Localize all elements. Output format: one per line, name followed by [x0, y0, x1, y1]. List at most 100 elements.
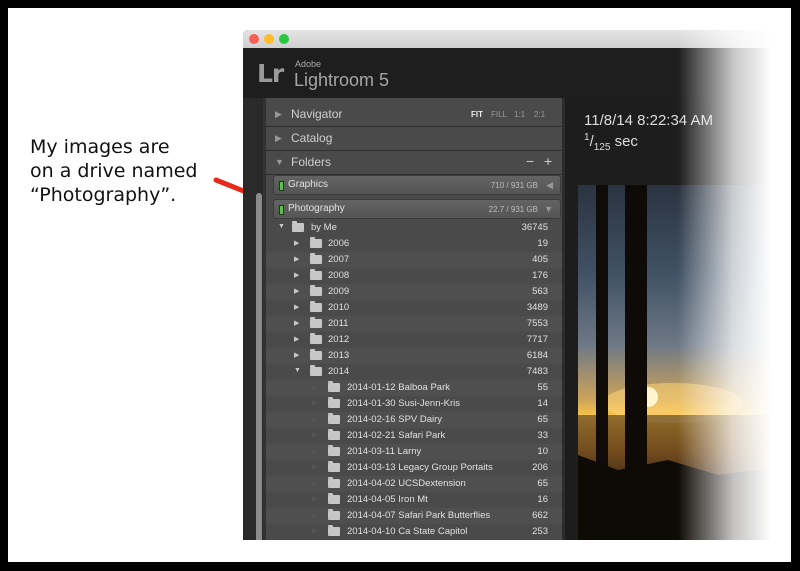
zoom-2-1[interactable]: 2:1 [534, 110, 545, 119]
triangle-right-icon: ▶ [312, 400, 318, 407]
folder-icon [328, 397, 340, 408]
folder-icon [310, 349, 322, 360]
triangle-right-icon: ▶ [294, 288, 300, 295]
triangle-right-icon: ▶ [294, 256, 300, 263]
left-panel: ▶ Navigator FIT FILL 1:1 2:1 ▶ Catalog ▼… [263, 98, 565, 540]
folder-row-subfolder[interactable]: ▶ 2014-03-13 Legacy Group Portaits 206 [266, 460, 562, 476]
capture-datetime: 11/8/14 8:22:34 AM [584, 112, 713, 129]
remove-folder-button[interactable]: − [526, 153, 534, 169]
triangle-right-icon: ▶ [312, 432, 318, 439]
close-window-button[interactable] [249, 34, 259, 44]
folder-count: 6184 [526, 350, 548, 361]
add-folder-button[interactable]: + [544, 153, 552, 169]
folder-name: 2012 [328, 334, 350, 345]
photo-preview[interactable] [578, 185, 783, 540]
folder-name: by Me [311, 222, 337, 233]
folder-count: 253 [532, 526, 548, 537]
folder-count: 7483 [526, 366, 548, 377]
folder-icon [310, 253, 322, 264]
triangle-right-icon: ▶ [294, 272, 300, 279]
folder-row-subfolder[interactable]: ▶ 2014-04-05 Iron Mt 16 [266, 492, 562, 508]
folder-name: 2014-01-30 Susi-Jenn-Kris [347, 398, 461, 409]
folder-icon [328, 525, 340, 536]
triangle-right-icon: ▶ [294, 320, 300, 327]
folder-count: 19 [537, 238, 548, 249]
drive-photography[interactable]: Photography 22.7 / 931 GB ▼ [273, 199, 561, 219]
triangle-down-icon: ▼ [294, 367, 301, 374]
panel-scrollbar[interactable] [256, 193, 262, 540]
identity-plate: Lr Adobe Lightroom 5 [243, 48, 783, 98]
folder-row-subfolder[interactable]: ▶ 2014-01-12 Balboa Park 55 [266, 380, 562, 396]
drive-led-icon [279, 181, 284, 191]
folder-row-year[interactable]: ▶ 2008 176 [266, 268, 562, 284]
folder-row-year[interactable]: ▶ 2013 6184 [266, 348, 562, 364]
folder-row-subfolder[interactable]: ▶ 2014-03-11 Larny 10 [266, 444, 562, 460]
zoom-fit[interactable]: FIT [471, 110, 483, 119]
folder-row-year[interactable]: ▶ 2011 7553 [266, 316, 562, 332]
zoom-window-button[interactable] [279, 34, 289, 44]
triangle-right-icon: ▶ [312, 528, 318, 535]
callout-line-3: “Photography”. [30, 184, 177, 206]
triangle-right-icon: ▶ [312, 496, 318, 503]
folder-count: 36745 [521, 222, 548, 233]
folder-icon [328, 413, 340, 424]
folder-row-year[interactable]: ▶ 2006 19 [266, 236, 562, 252]
sunrise-trees-image [578, 185, 783, 540]
drive-led-icon [279, 205, 284, 215]
folder-row-subfolder[interactable]: ▶ 2014-04-07 Safari Park Butterflies 662 [266, 508, 562, 524]
folder-name: 2014-02-21 Safari Park [347, 430, 446, 441]
folder-name: 2013 [328, 350, 350, 361]
catalog-label: Catalog [291, 131, 333, 145]
callout-line-1: My images are [30, 136, 170, 158]
zoom-1-1[interactable]: 1:1 [514, 110, 525, 119]
folder-row-subfolder[interactable]: ▶ 2014-02-16 SPV Dairy 65 [266, 412, 562, 428]
drive-graphics[interactable]: Graphics 710 / 931 GB ◀ [273, 175, 561, 195]
folder-row-year[interactable]: ▶ 2009 563 [266, 284, 562, 300]
folder-name: 2007 [328, 254, 350, 265]
folder-count: 33 [537, 430, 548, 441]
folder-icon [310, 269, 322, 280]
folder-row-subfolder[interactable]: ▶ 2014-04-02 UCSDextension 65 [266, 476, 562, 492]
folder-count: 176 [532, 270, 548, 281]
catalog-header[interactable]: ▶ Catalog [266, 126, 562, 151]
folder-row-root[interactable]: ▼ by Me 36745 [266, 220, 562, 236]
folder-name: 2010 [328, 302, 350, 313]
callout-text: My images are on a drive named “Photogra… [30, 135, 235, 207]
folder-icon [328, 429, 340, 440]
minimize-window-button[interactable] [264, 34, 274, 44]
folder-count: 65 [537, 478, 548, 489]
folder-row-subfolder[interactable]: ▶ 2014-02-21 Safari Park 33 [266, 428, 562, 444]
triangle-left-icon: ◀ [546, 180, 553, 190]
folder-row-subfolder[interactable]: ▶ 2014-04-10 Ca State Capitol 253 [266, 524, 562, 540]
folder-name: 2014 [328, 366, 350, 377]
folder-count: 65 [537, 414, 548, 425]
folder-icon [328, 461, 340, 472]
zoom-fill[interactable]: FILL [491, 110, 507, 119]
folder-count: 206 [532, 462, 548, 473]
shutter-unit: sec [614, 133, 638, 150]
app-name: Lightroom 5 [294, 70, 390, 90]
folder-name: 2008 [328, 270, 350, 281]
folder-count: 10 [537, 446, 548, 457]
vendor-label: Adobe [295, 59, 322, 69]
shutter-denominator: 125 [593, 142, 611, 153]
folder-icon [310, 333, 322, 344]
folder-name: 2014-04-10 Ca State Capitol [347, 526, 468, 537]
folder-icon [328, 381, 340, 392]
folder-row-year[interactable]: ▼ 2014 7483 [266, 364, 562, 380]
folder-row-year[interactable]: ▶ 2007 405 [266, 252, 562, 268]
callout-line-2: on a drive named [30, 160, 198, 182]
triangle-down-icon: ▼ [278, 223, 285, 230]
folder-row-subfolder[interactable]: ▶ 2014-01-30 Susi-Jenn-Kris 14 [266, 396, 562, 412]
triangle-down-icon: ▼ [275, 157, 284, 167]
main-view: 11/8/14 8:22:34 AM 1/125 sec [565, 98, 783, 540]
folders-header[interactable]: ▼ Folders − + [266, 150, 562, 175]
folder-row-year[interactable]: ▶ 2010 3489 [266, 300, 562, 316]
navigator-header[interactable]: ▶ Navigator FIT FILL 1:1 2:1 [266, 102, 562, 127]
folder-count: 662 [532, 510, 548, 521]
folder-row-year[interactable]: ▶ 2012 7717 [266, 332, 562, 348]
folder-name: 2014-04-02 UCSDextension [347, 478, 466, 489]
folder-icon [310, 365, 322, 376]
triangle-right-icon: ▶ [294, 304, 300, 311]
folder-name: 2014-02-16 SPV Dairy [347, 414, 443, 425]
